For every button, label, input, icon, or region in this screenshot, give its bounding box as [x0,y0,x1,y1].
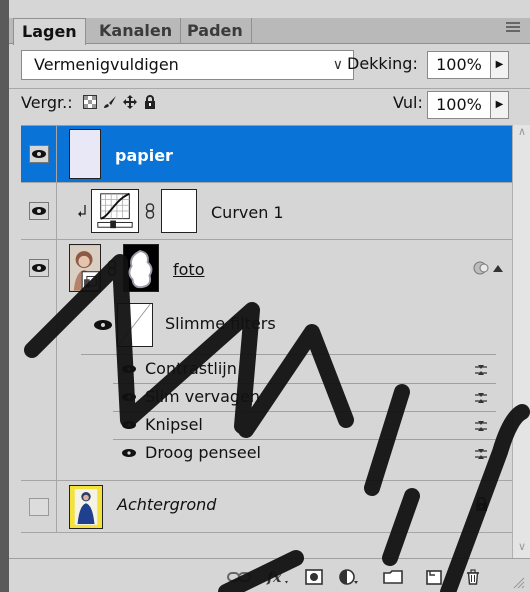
opacity-label: Dekking: [347,54,418,73]
layer-mask-thumbnail[interactable] [161,189,197,233]
tab-bar: Lagen Kanalen Paden [9,18,530,45]
collapse-triangle-icon[interactable] [493,264,503,272]
eye-icon[interactable] [29,259,49,277]
eye-icon[interactable] [121,419,137,431]
smart-object-thumbnail [69,244,101,292]
lock-transparency-icon[interactable] [83,95,97,109]
layers-panel: Lagen Kanalen Paden Vermenigvuldigen ∨ D… [0,0,530,592]
fill-label: Vul: [393,93,423,112]
scroll-up-icon[interactable]: ∧ [513,125,530,143]
blending-options-icon[interactable] [474,448,488,460]
panel-menu-icon[interactable] [506,22,520,36]
filter-name: Slim vervagen [145,387,261,406]
fill-input[interactable]: 100% [427,91,491,119]
filter-item-knipsel[interactable]: Knipsel [113,412,496,440]
layer-row-papier[interactable]: papier [21,126,512,183]
eye-icon[interactable] [121,363,137,375]
layer-row-achtergrond[interactable]: Achtergrond [21,481,512,533]
diagonal-line-icon [117,303,151,347]
eye-icon[interactable] [29,202,49,220]
layers-scrollbar[interactable]: ∧ ∨ [512,125,530,558]
lock-icon [476,497,487,511]
visibility-column [21,481,57,532]
layers-list: papier Curven 1 foto Slimme filters Cont… [21,125,512,558]
smart-filters-label: Slimme filters [165,314,276,333]
new-layer-icon[interactable] [425,569,443,585]
link-chain-icon[interactable] [145,203,155,219]
layer-thumbnail [69,129,101,179]
group-icon[interactable] [383,569,403,585]
figure-icon [70,486,102,528]
chevron-down-icon: ∨ [332,57,343,73]
layer-name: Curven 1 [211,203,284,222]
eye-icon[interactable] [121,447,137,459]
eye-icon[interactable] [29,145,49,163]
blending-options-icon[interactable] [474,364,488,376]
visibility-toggle-empty[interactable] [29,498,49,516]
filter-mask-thumbnail[interactable] [117,303,153,347]
eye-icon[interactable] [121,391,137,403]
tab-lagen[interactable]: Lagen [13,18,86,45]
lock-position-move-icon[interactable] [123,95,137,109]
background-thumbnail [69,485,103,529]
smart-filters-icon[interactable] [473,260,489,276]
filter-item-slim-vervagen[interactable]: Slim vervagen [113,384,496,412]
curves-icon [97,192,133,229]
eye-icon[interactable] [93,319,113,331]
filter-item-droog-penseel[interactable]: Droog penseel [113,440,496,468]
lock-pixels-brush-icon[interactable] [103,95,117,109]
tab-kanalen[interactable]: Kanalen [91,18,182,44]
lock-label: Vergr.: [21,93,73,112]
mask-shape-icon [124,245,158,291]
layer-row-foto[interactable]: foto Slimme filters Contrastlijn Slim ve… [21,240,512,481]
scroll-down-icon[interactable]: ∨ [513,540,530,558]
blend-mode-value: Vermenigvuldigen [34,55,179,74]
layer-name: foto [173,260,205,279]
resize-grip-icon[interactable] [513,577,525,589]
fill-arrow-button[interactable]: ▶ [491,91,509,119]
blending-options-icon[interactable] [474,392,488,404]
lock-all-icon[interactable] [143,95,157,109]
svg-text:fx: fx [266,570,282,585]
divider [9,88,530,89]
clip-arrow-icon [78,205,86,217]
link-chain-icon[interactable] [107,260,117,276]
filter-name: Contrastlijn [145,359,237,378]
fx-icon[interactable]: fx [265,569,291,585]
trash-icon[interactable] [465,569,481,585]
curves-adjustment-thumbnail [91,189,139,233]
filter-name: Knipsel [145,415,203,434]
visibility-column [21,240,57,480]
visibility-column [21,183,57,239]
mask-icon[interactable] [305,569,323,585]
blending-options-icon[interactable] [474,420,488,432]
opacity-arrow-button[interactable]: ▶ [491,51,509,79]
layer-name: papier [115,146,173,165]
filter-name: Droog penseel [145,443,261,462]
layer-name: Achtergrond [117,495,217,514]
visibility-column [21,126,57,182]
portrait-icon [70,245,100,291]
link-icon[interactable] [227,569,251,585]
filter-item-contrastlijn[interactable]: Contrastlijn [113,356,496,384]
adjustment-icon[interactable] [339,569,359,585]
layer-row-curven[interactable]: Curven 1 [21,183,512,240]
smart-filters-row[interactable]: Slimme filters [81,297,496,355]
opacity-input[interactable]: 100% [427,51,491,79]
layer-mask-thumbnail[interactable] [123,244,159,292]
tab-paden[interactable]: Paden [179,18,252,44]
layers-toolbar: fx [9,558,530,592]
blend-mode-select[interactable]: Vermenigvuldigen ∨ [21,50,354,80]
